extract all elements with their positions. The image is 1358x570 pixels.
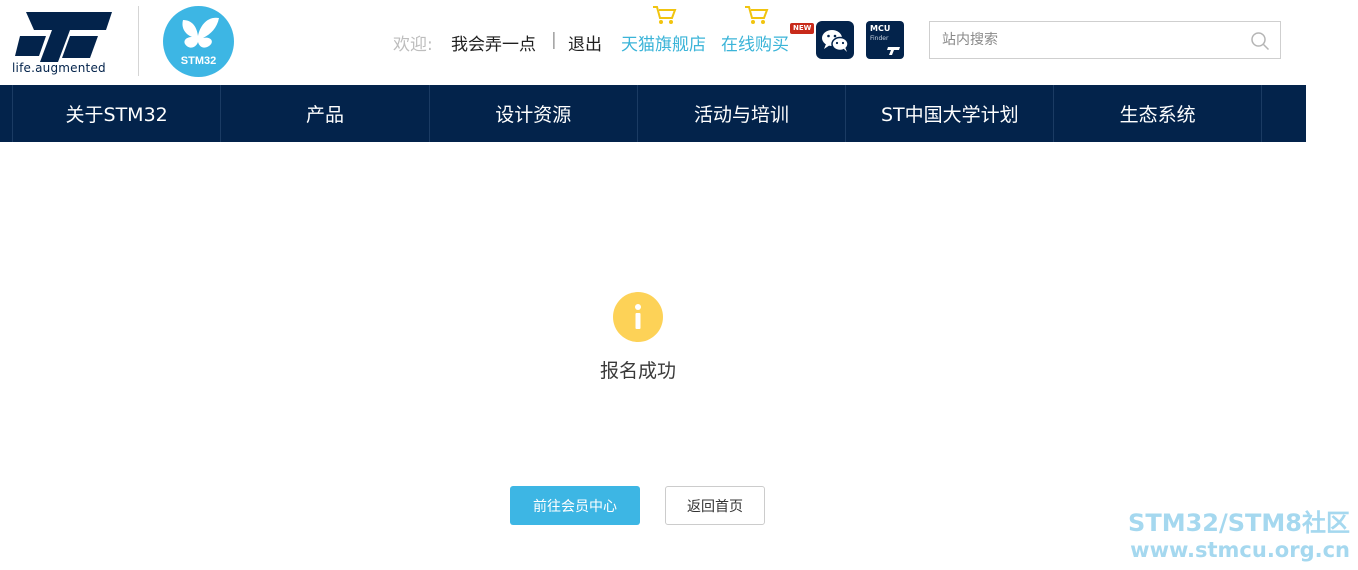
member-center-button[interactable]: 前往会员中心 [510,486,640,525]
back-home-button[interactable]: 返回首页 [665,486,765,525]
main-nav: 关于STM32 产品 设计资源 活动与培训 ST中国大学计划 生态系统 [0,85,1306,142]
welcome-label: 欢迎: [393,35,433,55]
mcu-finder-subtitle: Finder [870,35,889,42]
online-buy-link[interactable]: 在线购买 [721,30,789,55]
username-link[interactable]: 我会弄一点 [451,30,536,55]
new-badge: NEW [790,23,815,34]
site-watermark: STM32/STM8社区 www.stmcu.org.cn [1128,508,1350,563]
header-separator: | [551,30,557,50]
search-input[interactable] [942,30,1242,50]
info-icon [613,292,663,342]
tmall-store-link[interactable]: 天猫旗舰店 [621,30,706,55]
mcu-finder-icon [887,47,900,55]
site-header: life.augmented STM32 欢迎: 我会弄一点 | 退出 天猫旗舰… [0,0,1358,85]
svg-text:STM32: STM32 [181,55,216,67]
cart-icon [653,6,677,24]
wechat-icon [822,30,849,52]
watermark-line2: www.stmcu.org.cn [1130,538,1350,562]
nav-item-design-resources[interactable]: 设计资源 [428,85,637,142]
logo-divider [138,6,139,76]
success-message: 报名成功 [599,360,676,382]
nav-item-products[interactable]: 产品 [220,85,428,142]
nav-item-about-stm32[interactable]: 关于STM32 [12,85,220,142]
nav-item-ecosystem[interactable]: 生态系统 [1053,85,1262,142]
cart-icon [745,6,769,24]
site-search [929,21,1281,59]
mcu-finder-button[interactable]: MCU Finder [866,21,904,59]
mcu-finder-title: MCU [870,24,891,33]
logout-link[interactable]: 退出 [568,30,602,55]
stm32-butterfly-logo[interactable]: STM32 [163,6,234,77]
brand-tagline: life.augmented [12,61,106,75]
nav-item-university-program[interactable]: ST中国大学计划 [845,85,1053,142]
search-icon[interactable] [1250,31,1270,51]
nav-item-events-training[interactable]: 活动与培训 [636,85,845,142]
wechat-button[interactable] [816,21,854,59]
watermark-line1: STM32/STM8社区 [1128,509,1350,537]
